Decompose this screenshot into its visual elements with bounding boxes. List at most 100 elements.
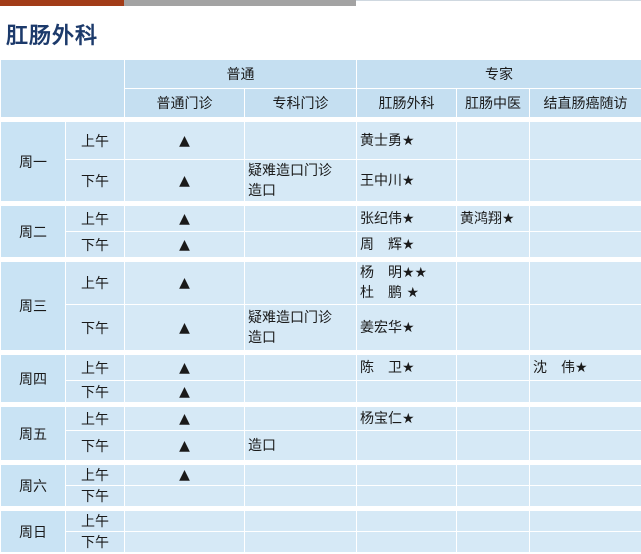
column-header-colorectal-followup: 结直肠癌随访 xyxy=(528,88,641,118)
slot-pm: 下午 xyxy=(65,430,125,461)
tcm-expert-cell xyxy=(456,121,530,160)
slot-pm: 下午 xyxy=(65,485,125,507)
top-bar-segment-white xyxy=(356,0,641,6)
day-label: 周一 xyxy=(0,121,66,202)
table-row: 周三 上午 ▲ 杨 明★★ 杜 鹏 ★ xyxy=(0,261,641,351)
general-clinic-mark-empty xyxy=(124,485,245,507)
surgery-expert-cell xyxy=(356,485,457,507)
tcm-expert-cell xyxy=(456,304,530,351)
followup-expert-cell xyxy=(528,380,641,403)
specialty-clinic-cell: 疑难造口门诊 造口 xyxy=(244,304,357,351)
general-clinic-mark-empty xyxy=(124,510,245,532)
general-clinic-mark: ▲ xyxy=(124,205,245,232)
slot-pm: 下午 xyxy=(65,380,125,403)
tcm-expert-cell: 黄鸿翔★ xyxy=(456,205,530,232)
schedule-table: 普通 专家 普通门诊 专科门诊 肛肠外科 肛肠中医 结直肠癌随访 周一 上午 ▲… xyxy=(0,59,641,553)
tcm-expert-cell xyxy=(456,510,530,532)
day-label: 周四 xyxy=(0,354,66,403)
day-label: 周六 xyxy=(0,464,66,507)
slot-pm: 下午 xyxy=(65,304,125,351)
table-row: 周二 上午 ▲ 张纪伟★ 黄鸿翔★ xyxy=(0,205,641,258)
tcm-expert-cell xyxy=(456,231,530,258)
table-row: 周日 上午 xyxy=(0,510,641,553)
general-clinic-mark: ▲ xyxy=(124,159,245,202)
surgery-expert-cell: 王中川★ xyxy=(356,159,457,202)
table-row: 周六 上午 ▲ xyxy=(0,464,641,507)
tcm-expert-cell xyxy=(456,430,530,461)
specialty-clinic-cell xyxy=(244,510,357,532)
column-header-anorectal-surgery: 肛肠外科 xyxy=(356,88,457,118)
tcm-expert-cell xyxy=(456,354,530,381)
table-row: 下午 ▲ xyxy=(1,380,641,403)
table-row: 下午 xyxy=(1,531,641,553)
day-label: 周日 xyxy=(0,510,66,553)
followup-expert-cell xyxy=(528,531,641,553)
surgery-expert-cell xyxy=(356,510,457,532)
table-row: 周一 上午 ▲ 黄士勇★ xyxy=(0,121,641,202)
surgery-expert-cell: 周 辉★ xyxy=(356,231,457,258)
surgery-expert-cell: 张纪伟★ xyxy=(356,205,457,232)
general-clinic-mark: ▲ xyxy=(124,121,245,160)
specialty-clinic-cell xyxy=(244,121,357,160)
slot-am: 上午 xyxy=(65,464,125,486)
surgery-expert-cell: 黄士勇★ xyxy=(356,121,457,160)
day-label: 周二 xyxy=(0,205,66,258)
tcm-expert-cell xyxy=(456,380,530,403)
general-clinic-mark: ▲ xyxy=(124,261,245,305)
general-clinic-mark: ▲ xyxy=(124,304,245,351)
surgery-expert-cell xyxy=(356,430,457,461)
specialty-clinic-cell: 造口 xyxy=(244,430,357,461)
top-color-bar xyxy=(0,0,641,6)
followup-expert-cell xyxy=(528,159,641,202)
followup-expert-cell xyxy=(528,430,641,461)
surgery-expert-cell xyxy=(356,380,457,403)
top-bar-segment-gray xyxy=(124,0,356,6)
followup-expert-cell xyxy=(528,304,641,351)
specialty-clinic-cell xyxy=(244,380,357,403)
column-header-general-clinic: 普通门诊 xyxy=(124,88,245,118)
surgery-expert-cell: 杨 明★★ 杜 鹏 ★ xyxy=(356,261,457,305)
specialty-clinic-cell xyxy=(244,261,357,305)
followup-expert-cell xyxy=(528,261,641,305)
specialty-clinic-cell xyxy=(244,406,357,431)
slot-am: 上午 xyxy=(65,406,125,431)
tcm-expert-cell xyxy=(456,531,530,553)
general-clinic-mark-empty xyxy=(124,531,245,553)
slot-pm: 下午 xyxy=(65,531,125,553)
specialty-clinic-cell xyxy=(244,205,357,232)
surgery-expert-cell: 陈 卫★ xyxy=(356,354,457,381)
slot-am: 上午 xyxy=(65,261,125,305)
specialty-clinic-cell xyxy=(244,464,357,486)
slot-am: 上午 xyxy=(65,121,125,160)
column-header-anorectal-tcm: 肛肠中医 xyxy=(456,88,530,118)
top-bar-segment-red xyxy=(0,0,124,6)
column-header-specialty-clinic: 专科门诊 xyxy=(244,88,357,118)
tcm-expert-cell xyxy=(456,261,530,305)
followup-expert-cell: 沈 伟★ xyxy=(528,354,641,381)
surgery-expert-cell: 杨宝仁★ xyxy=(356,406,457,431)
general-clinic-mark: ▲ xyxy=(124,464,245,486)
specialty-clinic-cell xyxy=(244,231,357,258)
table-row: 下午 ▲ 周 辉★ xyxy=(1,231,641,258)
day-label: 周五 xyxy=(0,406,66,461)
slot-am: 上午 xyxy=(65,510,125,532)
general-clinic-mark: ▲ xyxy=(124,430,245,461)
specialty-clinic-cell xyxy=(244,485,357,507)
tcm-expert-cell xyxy=(456,406,530,431)
table-row: 下午 ▲ 疑难造口门诊 造口 王中川★ xyxy=(1,159,641,202)
followup-expert-cell xyxy=(528,121,641,160)
header-corner xyxy=(0,59,125,118)
tcm-expert-cell xyxy=(456,159,530,202)
specialty-clinic-cell xyxy=(244,354,357,381)
followup-expert-cell xyxy=(528,485,641,507)
specialty-clinic-cell: 疑难造口门诊 造口 xyxy=(244,159,357,202)
general-clinic-mark: ▲ xyxy=(124,380,245,403)
general-clinic-mark: ▲ xyxy=(124,354,245,381)
followup-expert-cell xyxy=(528,205,641,232)
surgery-expert-cell: 姜宏华★ xyxy=(356,304,457,351)
group-header-general: 普通 xyxy=(124,59,357,89)
table-row: 周四 上午 ▲ 陈 卫★ 沈 伟★ xyxy=(0,354,641,403)
table-row: 下午 ▲ 疑难造口门诊 造口 姜宏华★ xyxy=(1,304,641,351)
surgery-expert-cell xyxy=(356,464,457,486)
group-header-expert: 专家 xyxy=(355,59,641,89)
